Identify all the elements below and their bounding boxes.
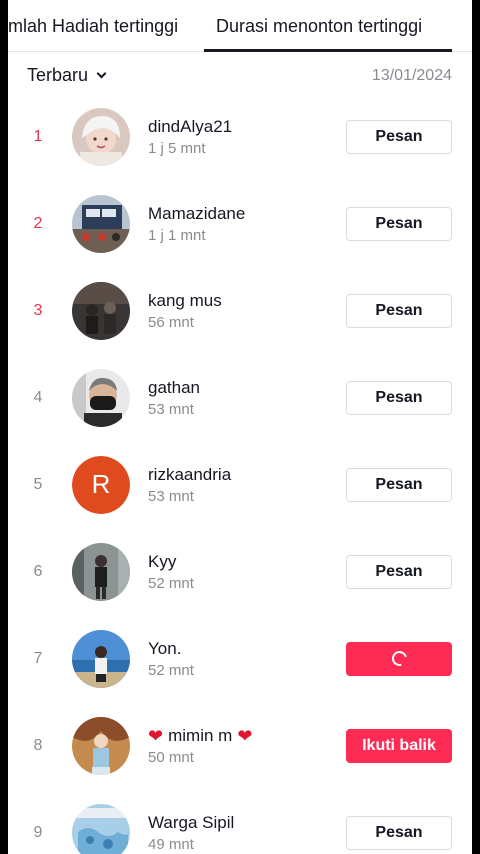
rank-number: 1 — [33, 127, 43, 145]
user-info: rizkaandria 53 mnt — [148, 465, 231, 505]
user-info: Yon. 52 mnt — [148, 639, 194, 679]
username-text: Mamazidane — [148, 203, 246, 223]
list-item: 2 Mamazidane 1 j 1 mnt Pesan — [8, 180, 472, 267]
username[interactable]: gathan — [148, 378, 200, 398]
chevron-down-icon — [96, 68, 107, 79]
message-button[interactable]: Pesan — [346, 206, 452, 241]
avatar[interactable] — [72, 107, 130, 166]
avatar[interactable] — [72, 368, 130, 427]
username-text: gathan — [148, 377, 200, 397]
watch-duration: 52 mnt — [148, 574, 194, 592]
rank-number: 5 — [33, 475, 43, 493]
username[interactable]: Warga Sipil — [148, 813, 234, 833]
tab-highest-watch-duration[interactable]: Durasi menonton tertinggi — [216, 16, 422, 37]
avatar[interactable] — [72, 194, 130, 253]
watch-duration: 56 mnt — [148, 313, 194, 331]
user-info: dindAlya21 1 j 5 mnt — [148, 117, 232, 157]
username-text: Warga Sipil — [148, 812, 235, 832]
list-item: 4 gathan 53 mnt Pesan — [8, 354, 472, 441]
username-text: rizkaandria — [148, 464, 232, 484]
username[interactable]: kang mus — [148, 291, 222, 311]
message-button[interactable]: Pesan — [346, 815, 452, 850]
watch-duration: 1 j 1 mnt — [148, 226, 206, 244]
rank-number: 9 — [33, 823, 43, 841]
avatar[interactable] — [72, 542, 130, 601]
avatar[interactable] — [72, 281, 130, 340]
username[interactable]: Mamazidane — [148, 204, 245, 224]
avatar[interactable] — [72, 803, 130, 854]
date-label: 13/01/2024 — [371, 67, 452, 84]
rank-number: 4 — [33, 388, 43, 406]
sort-dropdown[interactable]: Terbaru — [27, 65, 107, 86]
username[interactable]: Yon. — [148, 639, 194, 659]
rank-number: 8 — [33, 736, 43, 754]
loading-spinner-icon — [388, 648, 410, 669]
rank-number: 3 — [33, 301, 43, 319]
tab-highest-gifts-label: mlah Hadiah tertinggi — [8, 16, 179, 36]
username[interactable]: dindAlya21 — [148, 117, 232, 137]
username-text: kang mus — [148, 290, 222, 310]
username-text: mimin m — [168, 725, 233, 745]
user-info: kang mus 56 mnt — [148, 291, 222, 331]
list-item: 7 Yon. 52 mnt — [8, 615, 472, 702]
heart-icon: ❤ — [148, 725, 164, 746]
message-button[interactable]: Pesan — [346, 119, 452, 154]
username[interactable]: ❤ mimin m ❤ — [148, 726, 252, 746]
message-button[interactable]: Pesan — [346, 380, 452, 415]
list-item: 8 ❤ mimin m ❤ 50 mnt Ikuti balik — [8, 702, 472, 789]
username-text: dindAlya21 — [148, 116, 233, 136]
username[interactable]: rizkaandria — [148, 465, 231, 485]
watch-duration: 50 mnt — [148, 748, 194, 766]
list-item: 5 R rizkaandria 53 mnt Pesan — [8, 441, 472, 528]
user-info: Kyy 52 mnt — [148, 552, 194, 592]
message-button[interactable]: Pesan — [346, 554, 452, 589]
tab-bar: mlah Hadiah tertinggi Durasi menonton te… — [8, 0, 472, 52]
heart-icon: ❤ — [237, 725, 253, 746]
avatar[interactable]: R — [72, 455, 130, 514]
user-info: Warga Sipil 49 mnt — [148, 813, 234, 853]
username-text: Yon. — [148, 638, 182, 658]
rank-number: 7 — [33, 649, 43, 667]
rank-number: 6 — [33, 562, 43, 580]
watch-duration: 53 mnt — [148, 487, 194, 505]
watch-duration: 52 mnt — [148, 661, 194, 679]
message-button[interactable]: Pesan — [346, 467, 452, 502]
loading-button[interactable] — [346, 641, 452, 676]
screen: mlah Hadiah tertinggi Durasi menonton te… — [8, 0, 472, 854]
user-info: gathan 53 mnt — [148, 378, 200, 418]
user-info: ❤ mimin m ❤ 50 mnt — [148, 726, 252, 766]
list-item: 1 dindAlya21 1 j 5 mnt Pesan — [8, 93, 472, 180]
follow-back-button[interactable]: Ikuti balik — [346, 728, 452, 763]
rank-number: 2 — [33, 214, 43, 232]
username-text: Kyy — [148, 551, 177, 571]
watch-duration: 1 j 5 mnt — [148, 139, 206, 157]
tab-highest-gifts[interactable]: mlah Hadiah tertinggi — [8, 16, 178, 37]
tab-highest-watch-duration-label: Durasi menonton tertinggi — [216, 16, 423, 36]
watch-duration: 49 mnt — [148, 835, 194, 853]
watch-duration: 53 mnt — [148, 400, 194, 418]
sort-label: Terbaru — [27, 65, 89, 85]
list-item: 3 kang mus 56 mnt Pesan — [8, 267, 472, 354]
list-item: 9 Warga Sipil 49 mnt Pesan — [8, 789, 472, 854]
list-item: 6 Kyy 52 mnt Pesan — [8, 528, 472, 615]
avatar-initial: R — [72, 455, 130, 514]
avatar[interactable] — [72, 629, 130, 688]
user-info: Mamazidane 1 j 1 mnt — [148, 204, 245, 244]
message-button[interactable]: Pesan — [346, 293, 452, 328]
username[interactable]: Kyy — [148, 552, 194, 572]
avatar[interactable] — [72, 716, 130, 775]
